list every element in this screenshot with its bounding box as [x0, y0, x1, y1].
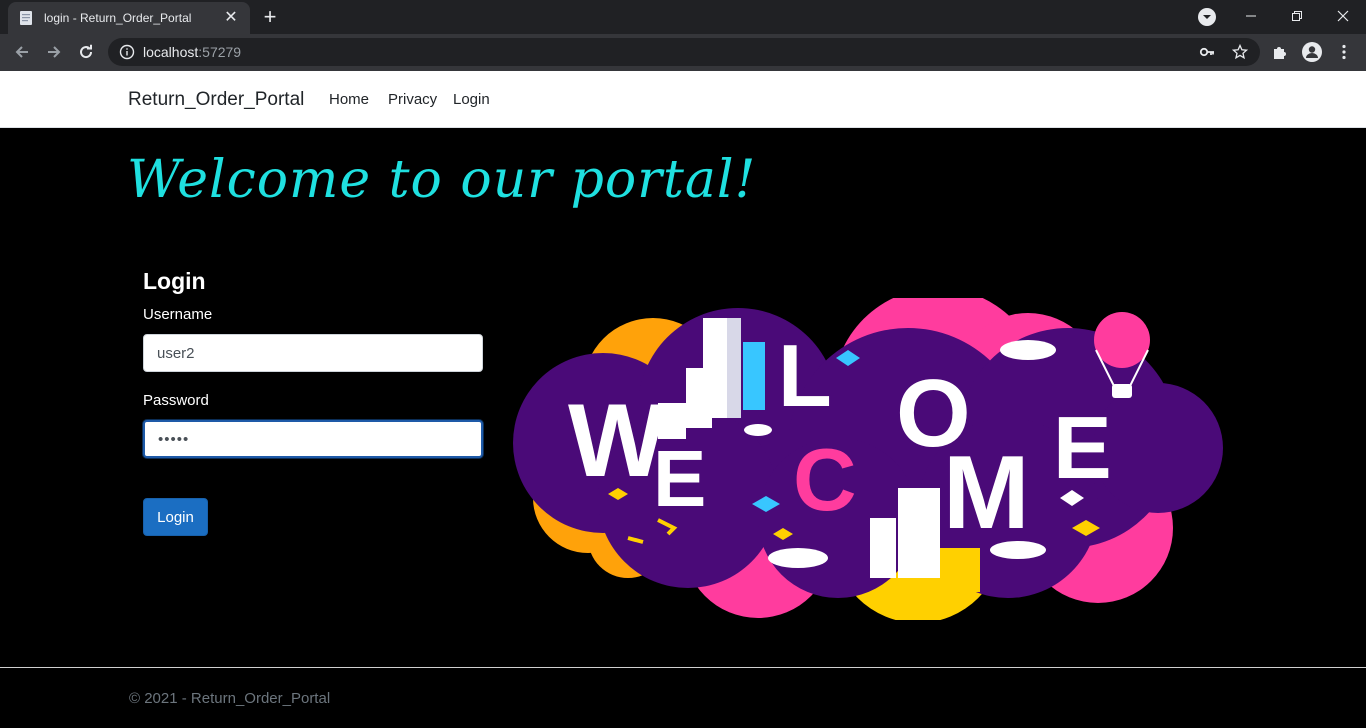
forward-arrow-icon[interactable] [40, 38, 68, 66]
hero-letter-m: M [943, 435, 1030, 551]
login-form-title: Login [143, 268, 206, 294]
bookmark-star-icon[interactable] [1232, 44, 1248, 60]
footer-copyright: © 2021 - Return_Order_Portal [129, 690, 331, 707]
restore-icon[interactable] [1274, 0, 1320, 32]
url-host: localhost [143, 44, 199, 60]
site-navbar: Return_Order_Portal Home Privacy Login [0, 71, 1366, 128]
tab-title: login - Return_Order_Portal [44, 11, 192, 25]
browser-toolbar: localhost:57279 [0, 34, 1366, 71]
welcome-headline: Welcome to our portal! [127, 150, 757, 210]
key-icon[interactable] [1199, 44, 1215, 60]
site-footer: © 2021 - Return_Order_Portal [0, 667, 1366, 728]
url-port: :57279 [198, 44, 242, 60]
new-tab-icon[interactable]: + [258, 6, 282, 30]
password-input[interactable] [143, 420, 483, 458]
password-label: Password [143, 392, 209, 409]
username-label: Username [143, 306, 213, 323]
minimize-icon[interactable] [1228, 0, 1274, 32]
reload-icon[interactable] [72, 38, 100, 66]
nav-home-link[interactable]: Home [329, 91, 369, 108]
browser-tabstrip: login - Return_Order_Portal ✕ + [0, 0, 1366, 34]
back-arrow-icon[interactable] [8, 38, 36, 66]
profile-avatar-icon[interactable] [1302, 42, 1322, 62]
page-icon [20, 11, 32, 25]
login-submit-button[interactable]: Login [143, 498, 208, 536]
hero-letter-e1: E [653, 434, 706, 523]
brand-link[interactable]: Return_Order_Portal [128, 89, 304, 111]
nav-login-link[interactable]: Login [453, 91, 490, 108]
site-info-icon[interactable] [119, 44, 135, 60]
menu-kebab-icon[interactable] [1334, 42, 1354, 62]
hero-letter-l: L [778, 326, 832, 425]
username-input[interactable] [143, 334, 483, 372]
welcome-illustration: W L O E C M E [513, 298, 1223, 620]
hero-letter-e2: E [1053, 398, 1112, 497]
close-tab-icon[interactable]: ✕ [222, 9, 240, 27]
close-window-icon[interactable] [1320, 0, 1366, 32]
extensions-puzzle-icon[interactable] [1270, 42, 1290, 62]
browser-tab[interactable]: login - Return_Order_Portal ✕ [8, 2, 250, 34]
tab-search-icon[interactable] [1198, 8, 1216, 26]
nav-privacy-link[interactable]: Privacy [388, 91, 437, 108]
hero-letter-c: C [793, 430, 857, 529]
address-bar[interactable]: localhost:57279 [108, 38, 1260, 66]
